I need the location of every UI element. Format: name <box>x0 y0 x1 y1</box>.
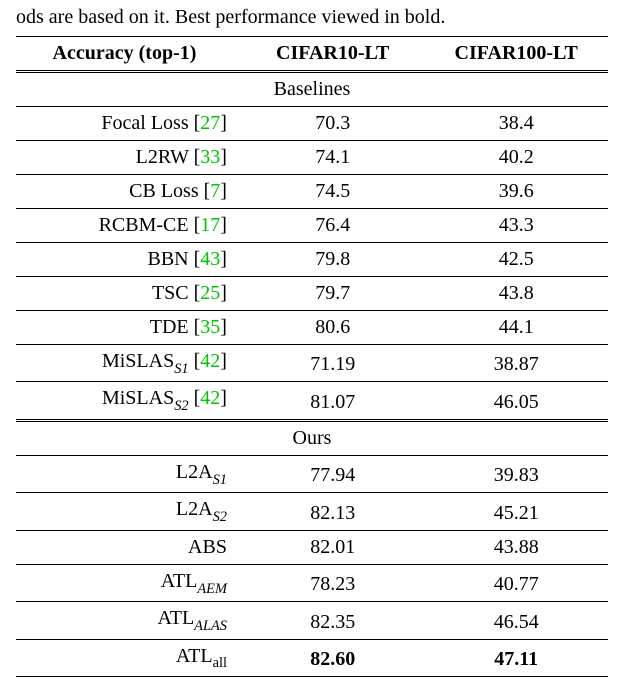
method-cell: ATLAEM <box>16 564 241 601</box>
table-row: MiSLASS2 [42]81.0746.05 <box>16 382 608 420</box>
value-cifar10: 77.94 <box>241 455 425 492</box>
table-row: CB Loss [7]74.539.6 <box>16 175 608 209</box>
method-cell: Focal Loss [27] <box>16 107 241 141</box>
method-cell: ABS <box>16 530 241 564</box>
method-cell: TSC [25] <box>16 277 241 311</box>
method-cell: TDE [35] <box>16 311 241 345</box>
table-row: RCBM-CE [17]76.443.3 <box>16 209 608 243</box>
method-cell: L2AS2 <box>16 493 241 530</box>
value-cifar100: 46.05 <box>424 382 608 420</box>
value-cifar10: 79.8 <box>241 243 425 277</box>
value-cifar100: 46.54 <box>424 602 608 639</box>
value-cifar10: 74.5 <box>241 175 425 209</box>
value-cifar100: 39.83 <box>424 455 608 492</box>
header-cifar100: CIFAR100-LT <box>424 37 608 72</box>
value-cifar100: 43.88 <box>424 530 608 564</box>
table-row: ABS82.0143.88 <box>16 530 608 564</box>
value-cifar100: 45.21 <box>424 493 608 530</box>
value-cifar100: 40.2 <box>424 141 608 175</box>
section-label: Ours <box>16 420 608 455</box>
value-cifar10: 74.1 <box>241 141 425 175</box>
section-row: Baselines <box>16 72 608 107</box>
page: ods are based on it. Best performance vi… <box>0 0 624 697</box>
value-cifar100: 38.87 <box>424 345 608 382</box>
method-cell: RCBM-CE [17] <box>16 209 241 243</box>
value-cifar100: 42.5 <box>424 243 608 277</box>
header-method: Accuracy (top-1) <box>16 37 241 72</box>
value-cifar10: 82.13 <box>241 493 425 530</box>
table-row: Focal Loss [27]70.338.4 <box>16 107 608 141</box>
table-row: L2AS177.9439.83 <box>16 455 608 492</box>
table-row: ATLALAS82.3546.54 <box>16 602 608 639</box>
method-cell: ATLALAS <box>16 602 241 639</box>
table-row: MiSLASS1 [42]71.1938.87 <box>16 345 608 382</box>
method-cell: L2AS1 <box>16 455 241 492</box>
table-header-row: Accuracy (top-1) CIFAR10-LT CIFAR100-LT <box>16 37 608 72</box>
table-row: L2RW [33]74.140.2 <box>16 141 608 175</box>
method-cell: BBN [43] <box>16 243 241 277</box>
value-cifar10: 71.19 <box>241 345 425 382</box>
value-cifar10: 70.3 <box>241 107 425 141</box>
value-cifar100: 43.8 <box>424 277 608 311</box>
value-cifar10: 82.01 <box>241 530 425 564</box>
caption-fragment: ods are based on it. Best performance vi… <box>16 4 608 30</box>
value-cifar100: 39.6 <box>424 175 608 209</box>
table-row: L2AS282.1345.21 <box>16 493 608 530</box>
value-cifar100: 38.4 <box>424 107 608 141</box>
results-table: Accuracy (top-1) CIFAR10-LT CIFAR100-LT … <box>16 36 608 677</box>
value-cifar10: 80.6 <box>241 311 425 345</box>
section-label: Baselines <box>16 72 608 107</box>
table-row: ATLAEM78.2340.77 <box>16 564 608 601</box>
method-cell: L2RW [33] <box>16 141 241 175</box>
value-cifar10: 81.07 <box>241 382 425 420</box>
value-cifar10: 79.7 <box>241 277 425 311</box>
header-cifar10: CIFAR10-LT <box>241 37 425 72</box>
table-row: TDE [35]80.644.1 <box>16 311 608 345</box>
value-cifar10: 76.4 <box>241 209 425 243</box>
value-cifar100: 43.3 <box>424 209 608 243</box>
value-cifar10: 78.23 <box>241 564 425 601</box>
table-row: BBN [43]79.842.5 <box>16 243 608 277</box>
section-row: Ours <box>16 420 608 455</box>
value-cifar100: 44.1 <box>424 311 608 345</box>
value-cifar10: 82.35 <box>241 602 425 639</box>
table-row: TSC [25]79.743.8 <box>16 277 608 311</box>
value-cifar100: 40.77 <box>424 564 608 601</box>
method-cell: MiSLASS2 [42] <box>16 382 241 420</box>
method-cell: MiSLASS1 [42] <box>16 345 241 382</box>
method-cell: CB Loss [7] <box>16 175 241 209</box>
